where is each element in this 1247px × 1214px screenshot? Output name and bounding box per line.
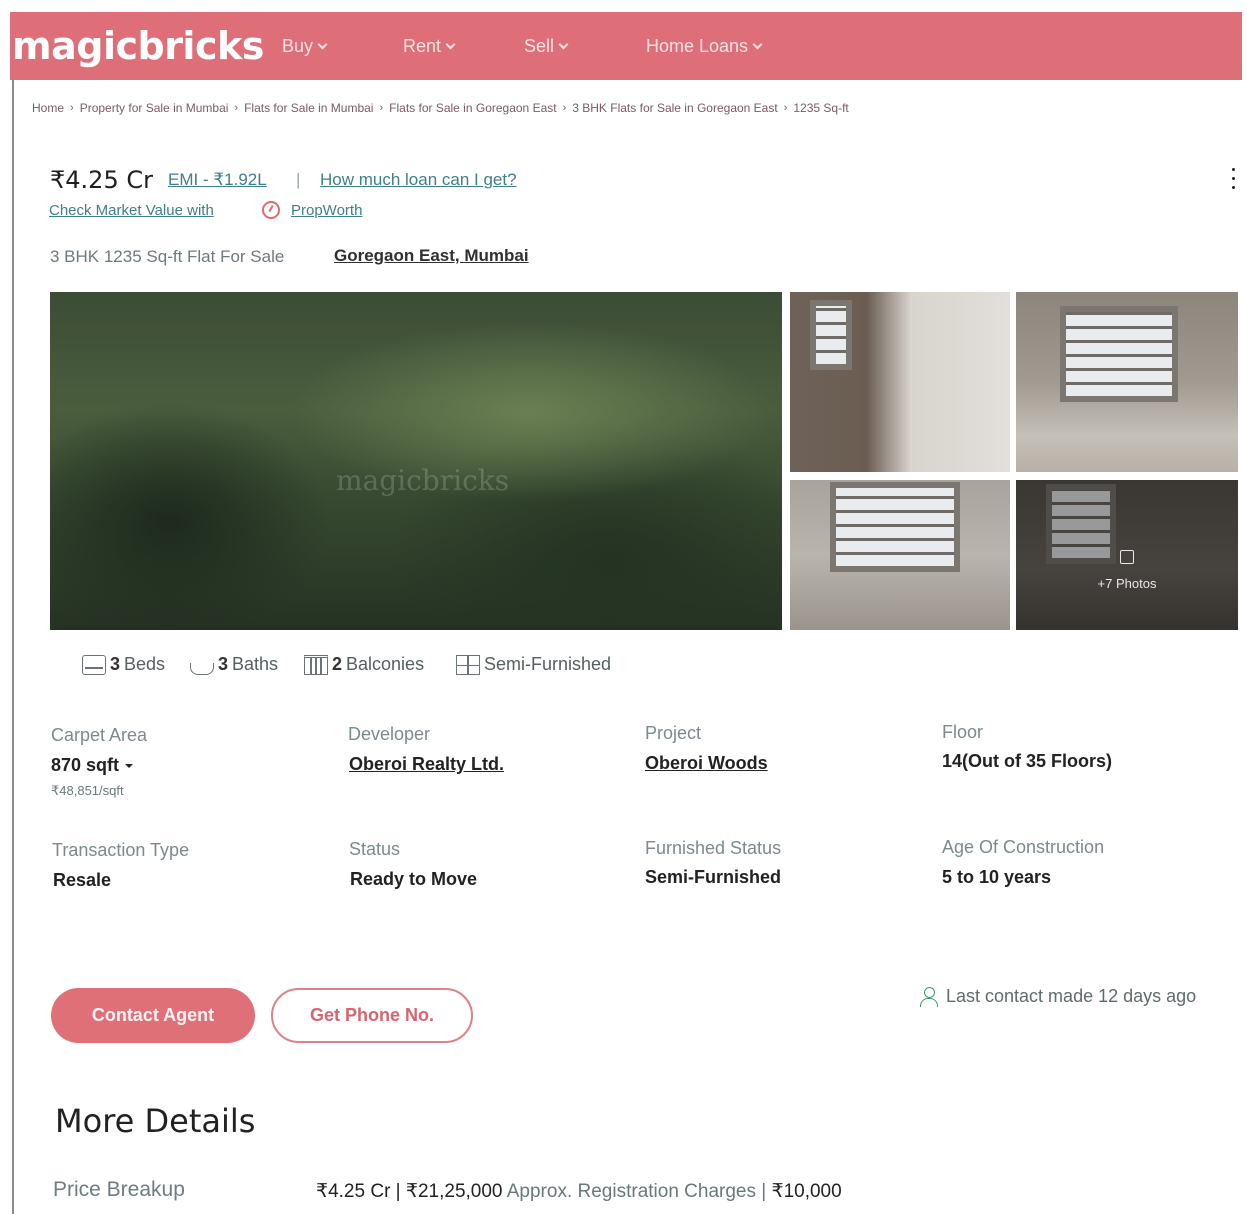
developer-label: Developer — [348, 724, 431, 744]
breadcrumb: Home › Property for Sale in Mumbai › Fla… — [32, 101, 849, 115]
baths-count: 3 — [218, 654, 229, 674]
more-options-icon[interactable] — [1232, 168, 1236, 195]
window-graphic — [810, 300, 852, 370]
bathtub-icon — [190, 662, 214, 675]
baths-summary: 3 Baths — [190, 654, 278, 675]
balconies-label: Balconies — [346, 654, 425, 674]
watermark: magicbricks — [336, 464, 510, 497]
scan-edge — [12, 80, 14, 1214]
caret-down-icon — [125, 764, 134, 769]
breadcrumb-separator: › — [70, 102, 74, 114]
separator: | — [296, 170, 301, 189]
beds-count: 3 — [110, 654, 121, 674]
project-label: Project — [645, 723, 702, 743]
status-label: Status — [349, 839, 401, 859]
nav-label: Buy — [282, 36, 314, 56]
furnished-status-value: Semi-Furnished — [645, 867, 782, 887]
breadcrumb-current: 1235 Sq-ft — [793, 101, 849, 115]
listing-subtitle: 3 BHK 1235 Sq-ft Flat For Sale — [50, 247, 285, 266]
image-icon — [1120, 550, 1134, 564]
thumbnail-photo[interactable] — [790, 292, 1010, 472]
nav-home-loans[interactable]: Home Loans — [646, 36, 763, 57]
breadcrumb-separator: › — [234, 102, 239, 114]
breadcrumb-flats-goregaon[interactable]: Flats for Sale in Goregaon East — [389, 101, 556, 115]
window-graphic — [1060, 306, 1178, 402]
photo-gallery: magicbricks +7 Photos — [50, 292, 1238, 662]
nav-label: Home Loans — [646, 36, 749, 56]
market-value-link[interactable]: Check Market Value with — [49, 202, 214, 219]
breadcrumb-flats-mumbai[interactable]: Flats for Sale in Mumbai — [244, 101, 373, 115]
beds-label: Beds — [124, 654, 166, 674]
balconies-summary: 2 Balconies — [304, 654, 424, 675]
chevron-down-icon — [317, 39, 328, 50]
breadcrumb-property-mumbai[interactable]: Property for Sale in Mumbai — [80, 101, 229, 115]
breadcrumb-separator: › — [783, 102, 788, 114]
balcony-icon — [304, 654, 328, 675]
furnishing-label: Semi-Furnished — [484, 654, 612, 674]
carpet-area-label: Carpet Area — [51, 725, 148, 745]
balconies-count: 2 — [332, 654, 343, 674]
floor-label: Floor — [942, 722, 984, 742]
beds-summary: 3 Beds — [82, 654, 165, 675]
carpet-area-text: 870 sqft — [51, 755, 120, 775]
bed-icon — [82, 654, 106, 675]
furnishing-summary: Semi-Furnished — [456, 654, 611, 675]
breadcrumb-separator: › — [562, 102, 567, 114]
last-contact-info: Last contact made 12 days ago — [920, 986, 1196, 1007]
propworth-link[interactable]: PropWorth — [291, 202, 362, 219]
furnished-status-label: Furnished Status — [645, 838, 782, 858]
baths-label: Baths — [232, 654, 279, 674]
wardrobe-icon — [456, 654, 480, 675]
thumbnail-photo[interactable] — [790, 480, 1010, 630]
carpet-area-value[interactable]: 870 sqft — [51, 755, 134, 776]
more-details-heading: More Details — [55, 1102, 256, 1140]
developer-link[interactable]: Oberoi Realty Ltd. — [349, 754, 504, 775]
loan-eligibility-link[interactable]: How much loan can I get? — [320, 170, 517, 190]
main-photo[interactable]: magicbricks — [50, 292, 782, 630]
project-link[interactable]: Oberoi Woods — [645, 753, 768, 774]
top-header: magicbricks Buy Rent Sell Home Loans — [10, 12, 1242, 80]
contact-agent-button[interactable]: Contact Agent — [51, 988, 255, 1043]
listing-price: ₹4.25 Cr — [50, 166, 153, 194]
registration-value: ₹10,000 — [771, 1181, 842, 1202]
breadcrumb-3bhk-goregaon[interactable]: 3 BHK Flats for Sale in Goregaon East — [572, 101, 777, 115]
floor-value: 14(Out of 35 Floors) — [942, 751, 1113, 771]
carpet-area-rate: ₹48,851/sqft — [51, 783, 124, 798]
more-photos-tile[interactable]: +7 Photos — [1016, 480, 1238, 630]
amenities-bar: 3 Beds 3 Baths 2 Balconies Semi-Furnished — [74, 632, 1216, 676]
price-breakup-value: ₹4.25 Cr | ₹21,25,000 Approx. Registrati… — [316, 1180, 842, 1203]
window-graphic — [830, 482, 960, 572]
nav-rent[interactable]: Rent — [403, 36, 456, 57]
transaction-type-value: Resale — [53, 870, 112, 890]
thumbnail-photo[interactable] — [1016, 292, 1238, 472]
breadcrumb-home[interactable]: Home — [32, 101, 64, 115]
propworth-icon — [262, 201, 280, 219]
get-phone-button[interactable]: Get Phone No. — [271, 988, 473, 1043]
nav-label: Rent — [403, 36, 442, 56]
price-breakup-amount: ₹4.25 Cr | ₹21,25,000 — [316, 1181, 503, 1202]
nav-label: Sell — [524, 36, 555, 56]
age-of-construction-label: Age Of Construction — [942, 837, 1105, 857]
last-contact-text: Last contact made 12 days ago — [946, 986, 1197, 1006]
price-breakup-label: Price Breakup — [53, 1178, 185, 1201]
chevron-down-icon — [558, 39, 569, 50]
nav-buy[interactable]: Buy — [282, 36, 328, 57]
registration-label: Approx. Registration Charges | — [506, 1181, 767, 1202]
breadcrumb-separator: › — [379, 102, 384, 114]
magicbricks-logo[interactable]: magicbricks — [12, 24, 264, 68]
more-photos-label: +7 Photos — [1097, 576, 1157, 591]
chevron-down-icon — [445, 39, 456, 50]
locality-link[interactable]: Goregaon East, Mumbai — [334, 246, 529, 266]
chevron-down-icon — [752, 39, 763, 50]
age-of-construction-value: 5 to 10 years — [942, 867, 1052, 887]
user-icon — [920, 986, 938, 1007]
nav-sell[interactable]: Sell — [524, 36, 569, 57]
transaction-type-label: Transaction Type — [52, 840, 190, 860]
status-value: Ready to Move — [350, 869, 478, 889]
emi-link[interactable]: EMI - ₹1.92L — [168, 170, 267, 190]
